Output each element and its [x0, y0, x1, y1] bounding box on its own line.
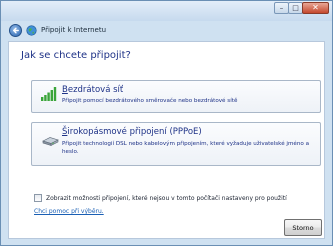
- back-arrow-icon: [12, 27, 19, 34]
- minimize-button[interactable]: –: [274, 2, 289, 14]
- window-title: Připojit k Internetu: [41, 26, 107, 34]
- wireless-option[interactable]: Bezdrátová síť Připojit pomocí bezdrátov…: [31, 80, 321, 113]
- title-bar: – □ ✕: [1, 1, 332, 21]
- internet-globe-icon: [26, 25, 37, 36]
- back-button[interactable]: [9, 24, 22, 37]
- cancel-button[interactable]: Storno: [284, 219, 322, 236]
- pppoe-option-title: Širokopásmové připojení (PPPoE): [62, 127, 202, 137]
- help-choose-link[interactable]: Chci pomoc při výběru.: [34, 208, 104, 215]
- page-heading: Jak se chcete připojit?: [21, 50, 131, 61]
- minimize-icon: –: [279, 3, 284, 12]
- close-icon: ✕: [312, 3, 319, 12]
- navigation-bar: Připojit k Internetu: [1, 21, 332, 41]
- broadband-modem-icon: [42, 137, 59, 146]
- broadband-pppoe-option[interactable]: Širokopásmové připojení (PPPoE) Připojit…: [31, 122, 321, 166]
- maximize-button[interactable]: □: [288, 2, 303, 14]
- pppoe-title-rest: irokopásmové připojení (PPPoE): [67, 127, 202, 137]
- wireless-option-title: Bezdrátová síť: [62, 85, 123, 95]
- show-options-row: Zobrazit možnosti připojení, které nejso…: [34, 194, 287, 202]
- maximize-icon: □: [292, 3, 299, 12]
- close-button[interactable]: ✕: [302, 2, 329, 14]
- wireless-option-description: Připojit pomocí bezdrátového směrovače n…: [62, 98, 238, 104]
- wireless-signal-icon: [41, 87, 57, 101]
- wireless-title-rest: ezdrátová síť: [67, 85, 124, 95]
- pppoe-option-description: Připojit technologií DSL nebo kabelovým …: [62, 141, 310, 155]
- content-panel: Jak se chcete připojit? Bezdrátová síť P…: [8, 41, 325, 239]
- caption-buttons: – □ ✕: [274, 2, 329, 14]
- show-options-checkbox[interactable]: [34, 194, 42, 202]
- wizard-window: – □ ✕ Připojit k Internetu Jak se chcete…: [0, 0, 333, 246]
- show-options-label[interactable]: Zobrazit možnosti připojení, které nejso…: [46, 195, 287, 202]
